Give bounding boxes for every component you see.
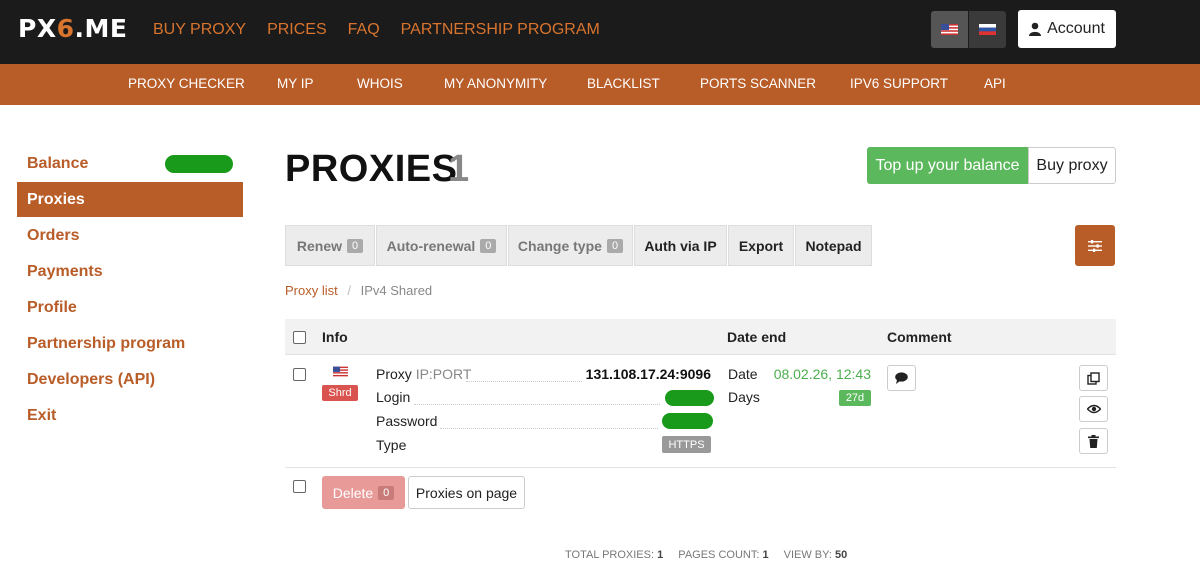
delete-label: Delete bbox=[332, 484, 374, 501]
sliders-icon bbox=[1088, 239, 1102, 252]
buy-proxy-button[interactable]: Buy proxy bbox=[1028, 147, 1116, 184]
row-divider bbox=[285, 467, 1116, 468]
sidebar-item-orders[interactable]: Orders bbox=[17, 218, 243, 253]
logo[interactable]: PX6.ME bbox=[18, 14, 127, 43]
sidebar-item-payments[interactable]: Payments bbox=[17, 254, 243, 289]
password-label: Password bbox=[376, 413, 438, 429]
sidebar-item-proxies[interactable]: Proxies bbox=[17, 182, 243, 217]
nav-faq[interactable]: FAQ bbox=[348, 21, 380, 39]
breadcrumb-proxy-list[interactable]: Proxy list bbox=[285, 283, 338, 298]
breadcrumb-separator: / bbox=[347, 283, 351, 298]
total-proxies-value: 1 bbox=[657, 549, 664, 561]
notepad-button[interactable]: Notepad bbox=[795, 225, 872, 266]
top-bar: PX6.ME BUY PROXY PRICES FAQ PARTNERSHIP … bbox=[0, 0, 1200, 64]
comment-icon bbox=[895, 372, 908, 384]
proxy-label: Proxy IP:PORT bbox=[376, 366, 472, 382]
renew-label: Renew bbox=[296, 237, 342, 254]
sidebar-item-profile[interactable]: Profile bbox=[17, 290, 243, 325]
account-button[interactable]: Account bbox=[1018, 10, 1116, 48]
sidebar-item-partnership[interactable]: Partnership program bbox=[17, 326, 243, 361]
auth-via-ip-button[interactable]: Auth via IP bbox=[634, 225, 727, 266]
days-label: Days bbox=[728, 389, 760, 405]
expiry-date-value: 08.02.26, 12:43 bbox=[773, 366, 871, 382]
pagination-summary: TOTAL PROXIES: 1 PAGES COUNT: 1 VIEW BY:… bbox=[565, 549, 847, 561]
login-value-redacted bbox=[665, 390, 714, 406]
subnav-blacklist[interactable]: BLACKLIST bbox=[587, 76, 660, 91]
pages-count-label: PAGES COUNT: bbox=[678, 549, 760, 561]
subnav-proxy-checker[interactable]: PROXY CHECKER bbox=[128, 76, 245, 91]
column-comment: Comment bbox=[887, 329, 952, 345]
copy-icon bbox=[1087, 371, 1100, 385]
delete-count-badge: 0 bbox=[378, 485, 395, 500]
sidebar-item-exit[interactable]: Exit bbox=[17, 398, 243, 433]
subnav-my-ip[interactable]: MY IP bbox=[277, 76, 314, 91]
pages-count-value: 1 bbox=[762, 549, 769, 561]
password-value-redacted bbox=[662, 413, 713, 429]
auto-renewal-button[interactable]: Auto-renewal 0 bbox=[376, 225, 507, 266]
select-all-checkbox[interactable] bbox=[293, 331, 306, 344]
logo-text-6: 6 bbox=[56, 14, 75, 43]
sidebar-item-developers-api[interactable]: Developers (API) bbox=[17, 362, 243, 397]
change-type-label: Change type bbox=[517, 237, 602, 254]
user-icon bbox=[1029, 22, 1042, 36]
balance-value-redacted bbox=[165, 155, 233, 173]
ru-flag-icon bbox=[979, 24, 996, 35]
subnav-whois[interactable]: WHOIS bbox=[357, 76, 403, 91]
delete-selected-button[interactable]: Delete 0 bbox=[322, 476, 405, 509]
logo-text-me: .ME bbox=[74, 14, 128, 43]
proxy-address-value[interactable]: 131.108.17.24:9096 bbox=[560, 366, 711, 382]
auto-renewal-label: Auto-renewal bbox=[386, 237, 476, 254]
export-button[interactable]: Export bbox=[728, 225, 794, 266]
nav-partnership[interactable]: PARTNERSHIP PROGRAM bbox=[401, 21, 600, 39]
proxies-per-page-button[interactable]: Proxies on page bbox=[408, 476, 525, 509]
protocol-badge: HTTPS bbox=[662, 436, 711, 453]
column-date-end: Date end bbox=[727, 329, 787, 345]
subnav-ipv6-support[interactable]: IPV6 SUPPORT bbox=[850, 76, 948, 91]
view-button[interactable] bbox=[1079, 396, 1108, 422]
language-ru-button[interactable] bbox=[969, 11, 1006, 48]
view-by-value: 50 bbox=[835, 549, 848, 561]
subnav-api[interactable]: API bbox=[984, 76, 1006, 91]
account-label: Account bbox=[1047, 20, 1105, 37]
password-leader bbox=[440, 428, 658, 429]
trash-icon bbox=[1088, 434, 1099, 448]
copy-button[interactable] bbox=[1079, 365, 1108, 391]
language-en-button[interactable] bbox=[931, 11, 968, 48]
nav-prices[interactable]: PRICES bbox=[267, 21, 327, 39]
auto-renewal-count-badge: 0 bbox=[480, 238, 497, 253]
login-leader bbox=[414, 404, 660, 405]
proxy-format-hint: IP:PORT bbox=[415, 366, 472, 382]
type-label: Type bbox=[376, 437, 407, 453]
page-title: PROXIES bbox=[285, 148, 458, 190]
view-by-label: VIEW BY: bbox=[783, 549, 832, 561]
table-header: Info Date end Comment bbox=[285, 319, 1116, 355]
total-proxies-label: TOTAL PROXIES: bbox=[565, 549, 655, 561]
change-type-button[interactable]: Change type 0 bbox=[508, 225, 633, 266]
bulk-select-checkbox[interactable] bbox=[293, 480, 306, 493]
renew-count-badge: 0 bbox=[347, 238, 364, 253]
renew-button[interactable]: Renew 0 bbox=[285, 225, 375, 266]
breadcrumb-current: IPv4 Shared bbox=[360, 283, 433, 298]
row-checkbox[interactable] bbox=[293, 368, 306, 381]
logo-text-px: PX bbox=[18, 14, 57, 43]
breadcrumb: Proxy list / IPv4 Shared bbox=[285, 283, 432, 298]
page-title-count: 1 bbox=[448, 148, 470, 190]
days-left-badge: 27d bbox=[839, 390, 871, 406]
topup-balance-button[interactable]: Top up your balance bbox=[867, 147, 1028, 184]
change-type-count-badge: 0 bbox=[606, 238, 624, 253]
nav-buy-proxy[interactable]: BUY PROXY bbox=[153, 21, 246, 39]
top-nav: BUY PROXY PRICES FAQ PARTNERSHIP PROGRAM bbox=[153, 21, 621, 39]
eye-icon bbox=[1086, 404, 1101, 414]
shared-type-badge: Shrd bbox=[322, 385, 358, 401]
us-flag-icon bbox=[333, 366, 348, 377]
subnav-my-anonymity[interactable]: MY ANONYMITY bbox=[444, 76, 547, 91]
comment-button[interactable] bbox=[887, 365, 916, 391]
tools-nav: PROXY CHECKER MY IP WHOIS MY ANONYMITY B… bbox=[0, 64, 1200, 105]
column-settings-button[interactable] bbox=[1075, 225, 1115, 266]
subnav-ports-scanner[interactable]: PORTS SCANNER bbox=[700, 76, 816, 91]
delete-row-button[interactable] bbox=[1079, 428, 1108, 454]
us-flag-icon bbox=[941, 24, 958, 35]
column-info: Info bbox=[322, 329, 348, 345]
login-label: Login bbox=[376, 389, 411, 405]
